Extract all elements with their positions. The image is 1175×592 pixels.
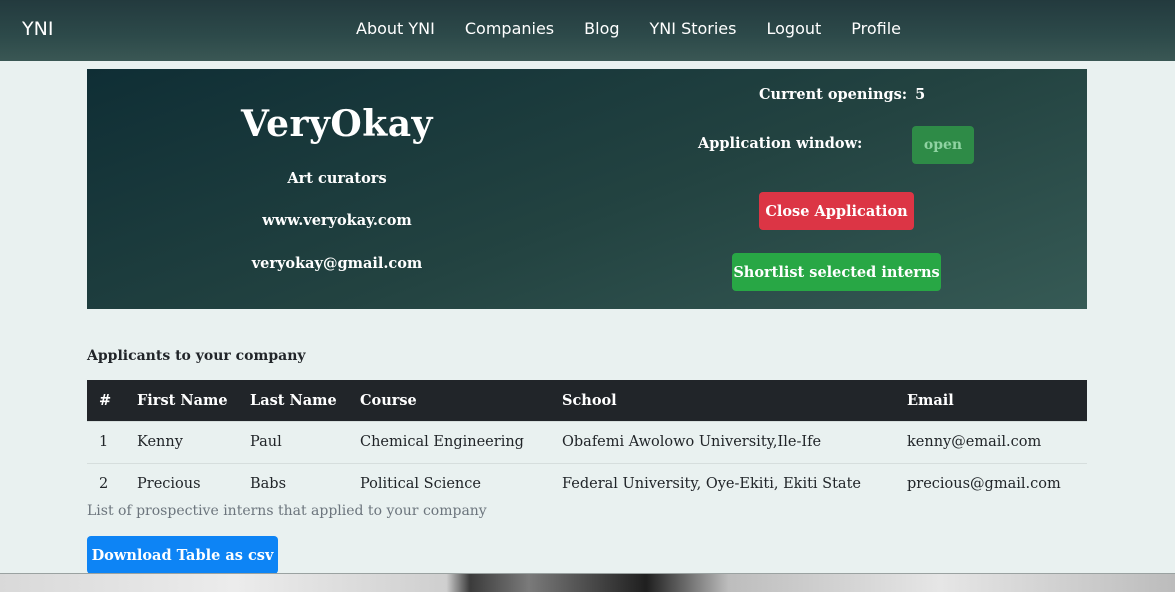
current-openings-label: Current openings:: [759, 86, 908, 103]
nav-links: About YNI Companies Blog YNI Stories Log…: [356, 19, 931, 38]
cell-last-name: Paul: [250, 420, 360, 463]
column-header-school: School: [562, 380, 907, 421]
cell-number: 2: [87, 462, 137, 505]
cell-school: Obafemi Awolowo University,Ile-Ife: [562, 420, 907, 463]
brand-logo-link[interactable]: YNI: [22, 18, 53, 40]
nav-link-blog[interactable]: Blog: [584, 19, 619, 38]
company-website: www.veryokay.com: [262, 212, 412, 229]
cell-email: kenny@email.com: [907, 420, 1087, 463]
cell-email: precious@gmail.com: [907, 462, 1087, 505]
nav-link-profile[interactable]: Profile: [851, 19, 901, 38]
column-header-course: Course: [360, 380, 562, 421]
application-status-badge: open: [912, 126, 974, 164]
column-header-first-name: First Name: [137, 380, 250, 421]
cell-number: 1: [87, 420, 137, 463]
application-window-label: Application window:: [698, 135, 863, 152]
top-navbar: YNI About YNI Companies Blog YNI Stories…: [0, 0, 1175, 61]
nav-link-logout[interactable]: Logout: [766, 19, 821, 38]
cell-last-name: Babs: [250, 462, 360, 505]
current-openings: Current openings: 5: [759, 86, 925, 103]
company-tagline: Art curators: [287, 170, 387, 187]
close-application-button[interactable]: Close Application: [759, 192, 914, 230]
company-hero-card: VeryOkay Art curators www.veryokay.com v…: [87, 69, 1087, 309]
company-email: veryokay@gmail.com: [251, 255, 423, 272]
company-name: VeryOkay: [241, 103, 433, 145]
nav-link-about[interactable]: About YNI: [356, 19, 435, 38]
download-csv-button[interactable]: Download Table as csv: [87, 536, 278, 574]
nav-link-companies[interactable]: Companies: [465, 19, 554, 38]
cell-first-name: Kenny: [137, 420, 250, 463]
table-header-row: # First Name Last Name Course School Ema…: [87, 380, 1087, 421]
table-row[interactable]: 1 Kenny Paul Chemical Engineering Obafem…: [87, 420, 1087, 463]
shortlist-interns-button[interactable]: Shortlist selected interns: [732, 253, 941, 291]
cell-course: Chemical Engineering: [360, 420, 562, 463]
current-openings-count: 5: [915, 86, 926, 103]
column-header-last-name: Last Name: [250, 380, 360, 421]
applicants-section-title: Applicants to your company: [87, 348, 306, 364]
column-header-email: Email: [907, 380, 1087, 421]
applicants-table-caption: List of prospective interns that applied…: [87, 503, 487, 519]
background-photo-strip: [0, 573, 1175, 592]
table-row[interactable]: 2 Precious Babs Political Science Federa…: [87, 462, 1087, 505]
cell-school: Federal University, Oye-Ekiti, Ekiti Sta…: [562, 462, 907, 505]
cell-course: Political Science: [360, 462, 562, 505]
nav-link-stories[interactable]: YNI Stories: [650, 19, 737, 38]
applicants-table: # First Name Last Name Course School Ema…: [87, 380, 1087, 505]
cell-first-name: Precious: [137, 462, 250, 505]
column-header-number: #: [87, 380, 137, 421]
